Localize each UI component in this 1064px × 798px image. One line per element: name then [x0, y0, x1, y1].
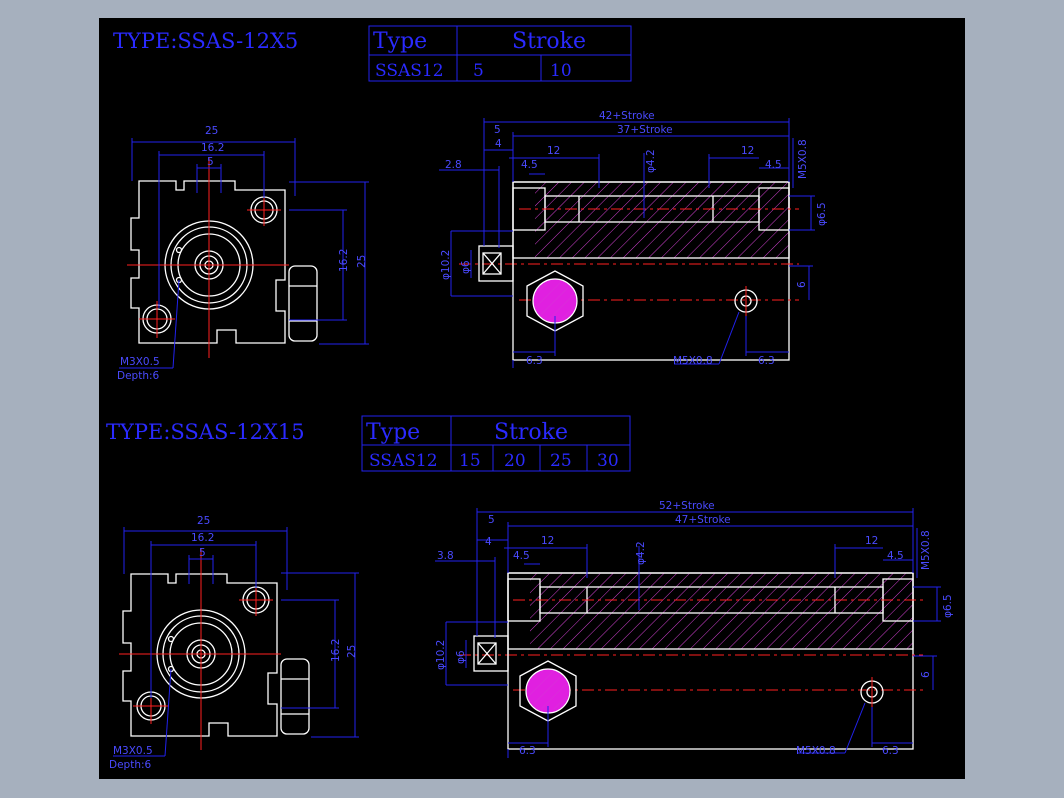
dim-v25: 25: [356, 255, 368, 268]
table-header-type: Type: [366, 420, 420, 445]
dim-16-2: 16.2: [191, 532, 214, 544]
note-m3: M3X0.5: [120, 356, 160, 368]
table-model: SSAS12: [375, 61, 444, 81]
dim-42-stroke: 42+Stroke: [599, 110, 655, 122]
dim-5: 5: [207, 156, 214, 168]
dim-4-5b: 4.5: [887, 550, 904, 562]
dim-4-5: 4.5: [513, 550, 530, 562]
drawing-1: TYPE:SSAS-12X5 Type Stroke SSAS12 5 10 2…: [113, 25, 828, 382]
side-view-1: 42+Stroke 5 37+Stroke 4 12 2.8 4.5 φ4.2 …: [439, 110, 828, 368]
dim-5: 5: [199, 547, 206, 559]
table-model: SSAS12: [369, 451, 438, 471]
dim-v16-2: 16.2: [330, 639, 342, 662]
front-view-2: 25 16.2 5 16.2 25 M3X0.5 Depth:6: [109, 515, 359, 771]
table-stroke-value: 30: [597, 451, 619, 471]
dim-6-3a: 6.3: [526, 355, 543, 367]
dim-12b: 12: [741, 145, 754, 157]
table-stroke-value: 10: [550, 61, 572, 81]
dim-16-2: 16.2: [201, 142, 224, 154]
dim-6-3b: 6.3: [758, 355, 775, 367]
dim-phi6: φ6: [460, 260, 472, 274]
dim-4: 4: [495, 138, 502, 150]
dim-25: 25: [197, 515, 210, 527]
stroke-table-1: Type Stroke SSAS12 5 10: [368, 25, 632, 82]
note-m5: M5X0.8: [796, 745, 836, 757]
dim-v16-2: 16.2: [338, 249, 350, 272]
title-2: TYPE:SSAS-12X15: [106, 420, 305, 444]
dim-v6: 6: [920, 671, 932, 678]
note-m3: M3X0.5: [113, 745, 153, 757]
dim-phi6: φ6: [455, 650, 467, 664]
table-header-type: Type: [373, 29, 427, 54]
table-stroke-value: 25: [550, 451, 572, 471]
table-stroke-value: 15: [459, 451, 481, 471]
dim-phi4-2: φ4.2: [635, 541, 647, 565]
title-1: TYPE:SSAS-12X5: [113, 29, 298, 53]
dim-6-3a: 6.3: [519, 745, 536, 757]
dim-52-stroke: 52+Stroke: [659, 500, 715, 512]
dim-5: 5: [494, 124, 501, 136]
front-view-1: 25 16.2 5 16.2 25 M3X0.5 Depth:6: [117, 125, 369, 382]
stroke-table-2: Type Stroke SSAS12 15 20 25 30: [361, 415, 631, 472]
table-stroke-value: 20: [504, 451, 526, 471]
dim-25: 25: [205, 125, 218, 137]
dim-12: 12: [541, 535, 554, 547]
drawing-sheet: TYPE:SSAS-12X5 Type Stroke SSAS12 5 10 2…: [99, 18, 965, 779]
dim-phi6-5: φ6.5: [942, 594, 954, 618]
dim-12b: 12: [865, 535, 878, 547]
dim-4-5: 4.5: [521, 159, 538, 171]
dim-12: 12: [547, 145, 560, 157]
note-m5-top: M5X0.8: [797, 139, 809, 179]
cad-drawing: TYPE:SSAS-12X5 Type Stroke SSAS12 5 10 2…: [106, 25, 954, 771]
dim-phi10-2: φ10.2: [440, 250, 452, 280]
note-m5: M5X0.8: [673, 355, 713, 367]
table-stroke-value: 5: [473, 61, 484, 81]
dim-5: 5: [488, 514, 495, 526]
dim-phi10-2: φ10.2: [435, 640, 447, 670]
dim-37-stroke: 37+Stroke: [617, 124, 673, 136]
side-view-2: 52+Stroke 5 47+Stroke 4 12 3.8 4.5 φ4.2 …: [435, 500, 954, 758]
dim-6-3b: 6.3: [882, 745, 899, 757]
dim-v6: 6: [796, 281, 808, 288]
table-header-stroke: Stroke: [512, 29, 586, 54]
dim-2-8: 2.8: [445, 159, 462, 171]
dim-v25: 25: [346, 645, 358, 658]
drawing-2: TYPE:SSAS-12X15 Type Stroke SSAS12 15 20…: [106, 415, 954, 771]
table-header-stroke: Stroke: [494, 420, 568, 445]
dim-phi6-5: φ6.5: [816, 202, 828, 226]
dim-47-stroke: 47+Stroke: [675, 514, 731, 526]
note-depth: Depth:6: [117, 370, 160, 382]
dim-4-5b: 4.5: [765, 159, 782, 171]
dim-phi4-2: φ4.2: [645, 149, 657, 173]
note-depth: Depth:6: [109, 759, 152, 771]
note-m5-top: M5X0.8: [920, 530, 932, 570]
dim-4: 4: [485, 536, 492, 548]
dim-3-8: 3.8: [437, 550, 454, 562]
